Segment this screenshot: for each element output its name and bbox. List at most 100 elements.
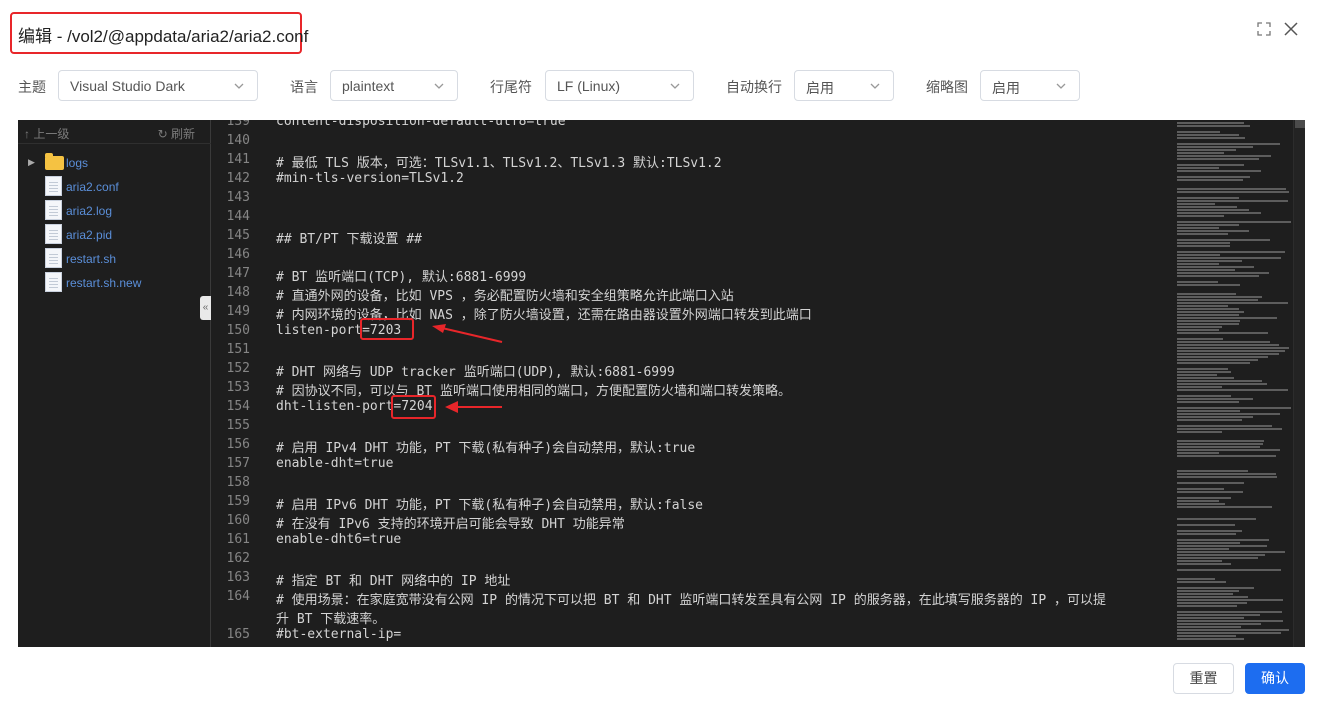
minimap-line xyxy=(1177,620,1283,622)
fullscreen-icon[interactable] xyxy=(1254,22,1274,42)
minimap-line xyxy=(1177,431,1222,433)
language-select-value: plaintext xyxy=(342,78,395,94)
line-text: #bt-external-ip= xyxy=(276,627,402,642)
code-editor[interactable]: 139 content-disposition-default-utf8=true… xyxy=(212,120,1167,647)
refresh-button[interactable]: ↻ 刷新 xyxy=(158,125,195,142)
minimap-line xyxy=(1177,383,1267,385)
file-item[interactable]: restart.sh xyxy=(28,248,208,270)
file-item[interactable]: restart.sh.new xyxy=(28,272,208,294)
minimap-line xyxy=(1177,605,1237,607)
go-up-button[interactable]: ↑ 上一级 xyxy=(24,125,69,142)
minimap-line xyxy=(1177,125,1250,127)
minimap-line xyxy=(1177,164,1244,166)
line-text: content-disposition-default-utf8=true xyxy=(276,120,566,129)
file-item[interactable]: aria2.log xyxy=(28,200,208,222)
minimap-line xyxy=(1177,449,1280,451)
minimap-line xyxy=(1177,401,1239,403)
minimap-line xyxy=(1177,614,1260,616)
line-number: 148 xyxy=(226,285,250,300)
language-select[interactable]: plaintext xyxy=(330,70,458,101)
arrow-icon xyxy=(432,324,503,343)
theme-select[interactable]: Visual Studio Dark xyxy=(58,70,258,101)
vertical-scrollbar[interactable] xyxy=(1293,120,1305,647)
file-item[interactable]: aria2.conf xyxy=(28,176,208,198)
chevron-down-icon xyxy=(234,83,244,89)
minimap-line xyxy=(1177,305,1228,307)
minimap-line xyxy=(1177,362,1250,364)
minimap-line xyxy=(1177,188,1286,190)
minimap-line xyxy=(1177,428,1282,430)
minimap-line xyxy=(1177,296,1262,298)
minimap-line xyxy=(1177,557,1258,559)
minimap-line xyxy=(1177,545,1267,547)
minimap-line xyxy=(1177,272,1269,274)
minimap-line xyxy=(1177,551,1285,553)
minimap-line xyxy=(1177,308,1239,310)
minimap-line xyxy=(1177,530,1242,532)
minimap-line xyxy=(1177,356,1268,358)
code-line: 141 # 最低 TLS 版本，可选：TLSv1.1、TLSv1.2、TLSv1.… xyxy=(212,150,1167,171)
collapse-panel-button[interactable]: « xyxy=(200,296,211,320)
minimap-line xyxy=(1177,260,1242,262)
file-item[interactable]: ▶ logs xyxy=(28,152,208,174)
minimap-line xyxy=(1177,197,1239,199)
line-number: 142 xyxy=(226,171,250,186)
minimap-select-value: 启用 xyxy=(992,80,1020,96)
minimap-line xyxy=(1177,350,1285,352)
minimap-label: 缩略图 xyxy=(926,79,968,95)
wrap-select-value: 启用 xyxy=(806,80,834,96)
minimap-line xyxy=(1177,482,1244,484)
code-line: 139 content-disposition-default-utf8=true xyxy=(212,120,1167,131)
file-icon xyxy=(45,176,62,196)
line-number: 155 xyxy=(226,418,250,433)
minimap-line xyxy=(1177,623,1261,625)
close-icon[interactable] xyxy=(1281,22,1301,42)
line-number: 151 xyxy=(226,342,250,357)
line-number: 156 xyxy=(226,437,250,452)
minimap-line xyxy=(1177,314,1239,316)
chevron-down-icon xyxy=(1056,83,1066,89)
dialog-title: 编辑 - /vol2/@appdata/aria2/aria2.conf xyxy=(18,27,309,46)
minimap-line xyxy=(1177,563,1231,565)
code-line: 159 # 启用 IPv6 DHT 功能，PT 下载(私有种子)会自动禁用，默认:… xyxy=(212,492,1167,513)
reset-button[interactable]: 重置 xyxy=(1173,663,1234,694)
code-line: 156 # 启用 IPv4 DHT 功能，PT 下载(私有种子)会自动禁用，默认:… xyxy=(212,435,1167,456)
line-number: 163 xyxy=(226,570,250,585)
minimap-line xyxy=(1177,386,1222,388)
minimap-line xyxy=(1177,524,1235,526)
line-number: 160 xyxy=(226,513,250,528)
minimap-line xyxy=(1177,179,1243,181)
wrap-select[interactable]: 启用 xyxy=(794,70,894,101)
eol-select[interactable]: LF (Linux) xyxy=(545,70,694,101)
file-name: restart.sh.new xyxy=(66,276,142,290)
file-item[interactable]: aria2.pid xyxy=(28,224,208,246)
caret-right-icon[interactable]: ▶ xyxy=(28,157,35,168)
minimap-line xyxy=(1177,617,1244,619)
minimap-line xyxy=(1177,476,1277,478)
minimap-line xyxy=(1177,338,1223,340)
theme-select-value: Visual Studio Dark xyxy=(70,78,185,94)
folder-icon xyxy=(45,153,64,170)
minimap-select[interactable]: 启用 xyxy=(980,70,1080,101)
code-line: 143 xyxy=(212,188,1167,207)
scrollbar-thumb[interactable] xyxy=(1295,120,1305,128)
minimap-line xyxy=(1177,593,1233,595)
minimap-line xyxy=(1177,602,1247,604)
file-name: aria2.log xyxy=(66,204,113,218)
confirm-button[interactable]: 确认 xyxy=(1245,663,1305,694)
minimap-line xyxy=(1177,212,1261,214)
minimap-line xyxy=(1177,455,1276,457)
minimap-line xyxy=(1177,500,1219,502)
minimap-line xyxy=(1177,611,1282,613)
theme-label: 主题 xyxy=(18,79,46,95)
go-up-label: 上一级 xyxy=(33,127,70,141)
minimap[interactable] xyxy=(1173,120,1293,647)
line-number: 143 xyxy=(226,190,250,205)
minimap-line xyxy=(1177,539,1269,541)
minimap-line xyxy=(1177,596,1248,598)
eol-select-value: LF (Linux) xyxy=(557,78,621,94)
minimap-line xyxy=(1177,146,1253,148)
file-icon xyxy=(45,272,62,292)
code-line: 160 # 在没有 IPv6 支持的环境开启可能会导致 DHT 功能异常 xyxy=(212,511,1167,532)
minimap-line xyxy=(1177,329,1219,331)
